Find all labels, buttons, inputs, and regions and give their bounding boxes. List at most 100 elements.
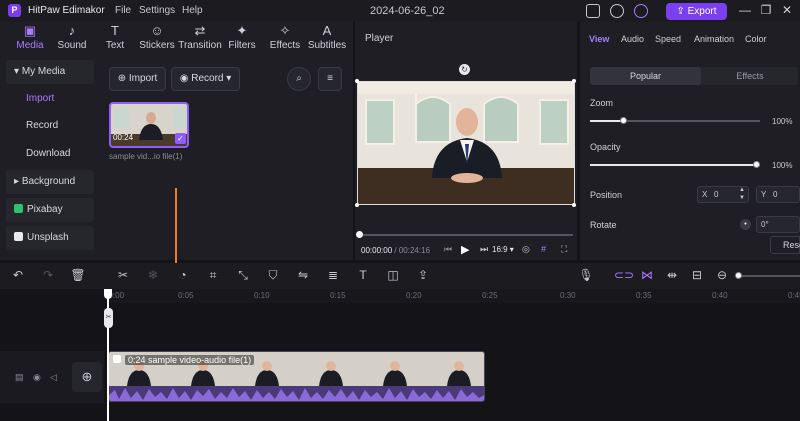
- fullscreen-icon[interactable]: ⛶: [561, 244, 567, 255]
- menu-settings[interactable]: Settings: [139, 5, 175, 16]
- timeline-zoom-slider[interactable]: [738, 275, 800, 277]
- redo-icon[interactable]: ↷: [40, 267, 56, 283]
- playhead-handle[interactable]: [104, 289, 112, 299]
- text-tool-icon[interactable]: T: [355, 267, 371, 283]
- mirror-icon[interactable]: ⇋: [295, 267, 311, 283]
- unsplash-icon: [14, 232, 23, 241]
- subtitles-icon: A: [322, 23, 332, 38]
- segment-effects[interactable]: Effects: [702, 67, 798, 85]
- mask-icon[interactable]: ⛉: [265, 267, 281, 283]
- fit-icon[interactable]: ⊟: [689, 267, 705, 283]
- delete-icon[interactable]: 🗑︎: [70, 267, 86, 283]
- frame-handle[interactable]: [355, 79, 359, 83]
- download-icon[interactable]: [610, 4, 624, 18]
- frame-handle[interactable]: [572, 79, 576, 83]
- zoom-slider-knob[interactable]: [620, 117, 627, 124]
- account-icon[interactable]: [634, 4, 648, 18]
- zoom-slider-fill: [590, 120, 624, 122]
- video-clip-icon: [113, 355, 121, 363]
- timeline-zoom-knob[interactable]: [735, 272, 742, 279]
- record-button[interactable]: ◉ Record ▾: [171, 67, 240, 91]
- tab-speed[interactable]: Speed: [655, 34, 681, 44]
- tab-view[interactable]: View: [589, 34, 609, 44]
- microphone-icon[interactable]: 🎙︎: [578, 267, 594, 283]
- player-progress-knob[interactable]: [356, 231, 363, 238]
- prev-frame-icon[interactable]: ⏮: [444, 244, 452, 255]
- segment-popular[interactable]: Popular: [590, 67, 701, 85]
- crop-icon[interactable]: ⌗: [205, 267, 221, 283]
- sidebar-unsplash[interactable]: Unsplash: [6, 226, 94, 250]
- resize-icon[interactable]: ⤡: [235, 267, 251, 283]
- clip-title: 0:24 sample video-audio file(1): [125, 355, 255, 365]
- pos-x-stepper[interactable]: ▲ ▼: [739, 186, 745, 202]
- snapshot-icon[interactable]: ◎: [522, 244, 530, 255]
- close-icon[interactable]: ✕: [780, 3, 794, 17]
- tab-subtitles[interactable]: A Subtitles: [305, 22, 349, 56]
- tab-text[interactable]: T Text: [93, 22, 137, 56]
- sidebar-my-media[interactable]: ▾ My Media: [6, 60, 94, 84]
- zoom-out-icon[interactable]: ⊖: [714, 267, 730, 283]
- mute-icon[interactable]: ◁: [50, 372, 57, 383]
- tab-sound[interactable]: ♪ Sound: [50, 22, 94, 56]
- tab-effects[interactable]: ✧ Effects: [263, 22, 307, 56]
- tab-media[interactable]: ▣ Media: [8, 22, 52, 56]
- restore-icon[interactable]: ❐: [759, 3, 773, 17]
- freeze-icon[interactable]: ❄: [145, 267, 161, 283]
- tab-stickers[interactable]: ☺ Stickers: [135, 22, 179, 56]
- search-icon[interactable]: ⌕: [287, 67, 311, 91]
- lock-icon[interactable]: ▤: [15, 372, 24, 383]
- grid-icon[interactable]: #: [541, 244, 546, 254]
- rotate-handle-icon[interactable]: ↻: [459, 64, 470, 75]
- split-icon[interactable]: ✂: [115, 267, 131, 283]
- adjust-icon[interactable]: ≣: [325, 267, 341, 283]
- video-frame: [358, 82, 574, 204]
- visibility-icon[interactable]: ◉: [33, 372, 41, 383]
- tab-label: Transition: [178, 40, 222, 51]
- menu-file[interactable]: File: [115, 5, 131, 16]
- rotate-field[interactable]: 0°: [756, 216, 800, 233]
- sort-icon[interactable]: ≡: [318, 67, 342, 91]
- next-frame-icon[interactable]: ⏭: [480, 244, 488, 255]
- menu-help[interactable]: Help: [182, 5, 203, 16]
- export-frame-icon[interactable]: ⇪: [415, 267, 431, 283]
- undo-icon[interactable]: ↶: [10, 267, 26, 283]
- playhead-split-icon[interactable]: ✂: [104, 308, 113, 328]
- sidebar-item-download[interactable]: Download: [6, 142, 94, 166]
- export-button[interactable]: ⇪ Export: [666, 3, 727, 20]
- opacity-slider-knob[interactable]: [753, 161, 760, 168]
- pos-y-label: Y: [761, 190, 767, 199]
- ai-icon[interactable]: ◫: [385, 267, 401, 283]
- zoom-value[interactable]: 100%: [772, 117, 792, 126]
- position-y-field[interactable]: Y 0: [756, 186, 800, 203]
- tab-animation[interactable]: Animation: [694, 34, 734, 44]
- link-icon[interactable]: ⊂⊃: [614, 267, 634, 283]
- sidebar-pixabay[interactable]: Pixabay: [6, 198, 94, 222]
- ruler-tick: 0:05: [178, 291, 194, 300]
- speed-icon[interactable]: ◔: [175, 267, 191, 283]
- snap-icon[interactable]: ⋈: [639, 267, 655, 283]
- tab-audio[interactable]: Audio: [621, 34, 644, 44]
- tab-color[interactable]: Color: [745, 34, 767, 44]
- frame-handle[interactable]: [572, 203, 576, 207]
- reset-button[interactable]: Rese: [770, 236, 800, 254]
- feedback-icon[interactable]: [586, 4, 600, 18]
- add-media-icon[interactable]: ⊕: [72, 362, 102, 392]
- split-track-icon[interactable]: ⇹: [664, 267, 680, 283]
- sidebar-background[interactable]: ▸ Background: [6, 170, 94, 194]
- video-preview[interactable]: [357, 81, 575, 205]
- sidebar-label: My Media: [21, 66, 66, 77]
- tab-transition[interactable]: ⇄ Transition: [178, 22, 222, 56]
- frame-handle[interactable]: [355, 203, 359, 207]
- sidebar-item-record[interactable]: Record: [6, 114, 94, 138]
- play-icon[interactable]: ▶: [461, 243, 469, 256]
- tab-filters[interactable]: ✦ Filters: [220, 22, 264, 56]
- opacity-value[interactable]: 100%: [772, 161, 792, 170]
- player-progress-track[interactable]: [359, 234, 573, 236]
- aspect-ratio-select[interactable]: 16:9 ▾: [492, 245, 514, 254]
- import-button[interactable]: ⊕ Import: [109, 67, 166, 91]
- timeline-ruler[interactable]: [108, 289, 800, 303]
- sidebar-item-import[interactable]: Import: [6, 87, 94, 111]
- clip-duration: 0:24: [128, 355, 146, 365]
- rotate-dial-icon[interactable]: •: [740, 219, 751, 230]
- minimize-icon[interactable]: —: [738, 3, 752, 17]
